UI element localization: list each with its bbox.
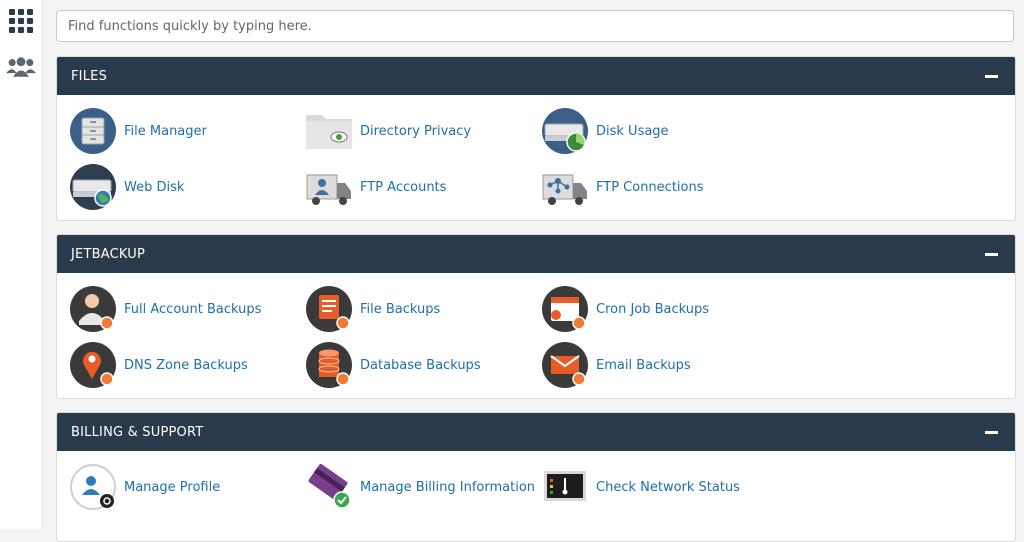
dns-zone-backup-icon bbox=[69, 341, 117, 389]
collapse-billing-button[interactable] bbox=[985, 425, 999, 439]
manage-profile-link[interactable]: Manage Profile bbox=[69, 463, 220, 511]
section-title: BILLING & SUPPORT bbox=[71, 425, 204, 440]
users-group-icon[interactable] bbox=[6, 52, 36, 82]
billing-section-header: BILLING & SUPPORT bbox=[57, 413, 1015, 451]
item-label: Full Account Backups bbox=[124, 301, 262, 317]
check-network-status-link[interactable]: Check Network Status bbox=[541, 463, 740, 511]
database-backup-icon bbox=[305, 341, 353, 389]
credit-card-check-icon bbox=[305, 463, 353, 511]
item-label: Email Backups bbox=[596, 357, 691, 373]
apps-grid-icon[interactable] bbox=[6, 6, 36, 36]
item-label: Disk Usage bbox=[596, 123, 669, 139]
disk-usage-icon bbox=[541, 107, 589, 155]
file-manager-link[interactable]: File Manager bbox=[69, 107, 207, 155]
network-status-monitor-icon bbox=[541, 463, 589, 511]
item-label: FTP Accounts bbox=[360, 179, 447, 195]
dns-zone-backups-link[interactable]: DNS Zone Backups bbox=[69, 341, 248, 389]
item-label: File Manager bbox=[124, 123, 207, 139]
item-label: Cron Job Backups bbox=[596, 301, 710, 317]
section-title: FILES bbox=[71, 69, 108, 84]
files-section-header: FILES bbox=[57, 57, 1015, 95]
item-label: Manage Profile bbox=[124, 479, 221, 495]
folder-eye-icon bbox=[305, 107, 353, 155]
item-label: Manage Billing Information bbox=[360, 479, 536, 495]
item-label: FTP Connections bbox=[596, 179, 704, 195]
full-account-backup-icon bbox=[69, 285, 117, 333]
email-backups-link[interactable]: Email Backups bbox=[541, 341, 691, 389]
ftp-truck-network-icon bbox=[541, 163, 589, 211]
directory-privacy-link[interactable]: Directory Privacy bbox=[305, 107, 471, 155]
item-label: Web Disk bbox=[124, 179, 185, 195]
cron-job-backups-link[interactable]: Cron Job Backups bbox=[541, 285, 709, 333]
jetbackup-section-header: JETBACKUP bbox=[57, 235, 1015, 273]
files-section: FILES File Manager Directory Privacy Dis… bbox=[56, 56, 1016, 221]
left-sidebar bbox=[0, 0, 43, 529]
ftp-truck-user-icon bbox=[305, 163, 353, 211]
cron-job-backup-icon bbox=[541, 285, 589, 333]
billing-support-section: BILLING & SUPPORT Manage Profile Manage … bbox=[56, 412, 1016, 542]
search-input[interactable] bbox=[56, 10, 1014, 42]
ftp-connections-link[interactable]: FTP Connections bbox=[541, 163, 704, 211]
collapse-files-button[interactable] bbox=[985, 69, 999, 83]
item-label: File Backups bbox=[360, 301, 441, 317]
file-backups-link[interactable]: File Backups bbox=[305, 285, 440, 333]
email-backup-icon bbox=[541, 341, 589, 389]
item-label: Database Backups bbox=[360, 357, 481, 373]
disk-usage-link[interactable]: Disk Usage bbox=[541, 107, 669, 155]
manage-profile-icon bbox=[69, 463, 117, 511]
file-backup-icon bbox=[305, 285, 353, 333]
ftp-accounts-link[interactable]: FTP Accounts bbox=[305, 163, 446, 211]
database-backups-link[interactable]: Database Backups bbox=[305, 341, 481, 389]
web-disk-link[interactable]: Web Disk bbox=[69, 163, 184, 211]
collapse-jetbackup-button[interactable] bbox=[985, 247, 999, 261]
manage-billing-information-link[interactable]: Manage Billing Information bbox=[305, 463, 535, 511]
section-title: JETBACKUP bbox=[71, 247, 145, 262]
jetbackup-section: JETBACKUP Full Account Backups File Back… bbox=[56, 234, 1016, 399]
file-manager-icon bbox=[69, 107, 117, 155]
item-label: Directory Privacy bbox=[360, 123, 472, 139]
item-label: Check Network Status bbox=[596, 479, 740, 495]
item-label: DNS Zone Backups bbox=[124, 357, 248, 373]
full-account-backups-link[interactable]: Full Account Backups bbox=[69, 285, 261, 333]
web-disk-icon bbox=[69, 163, 117, 211]
